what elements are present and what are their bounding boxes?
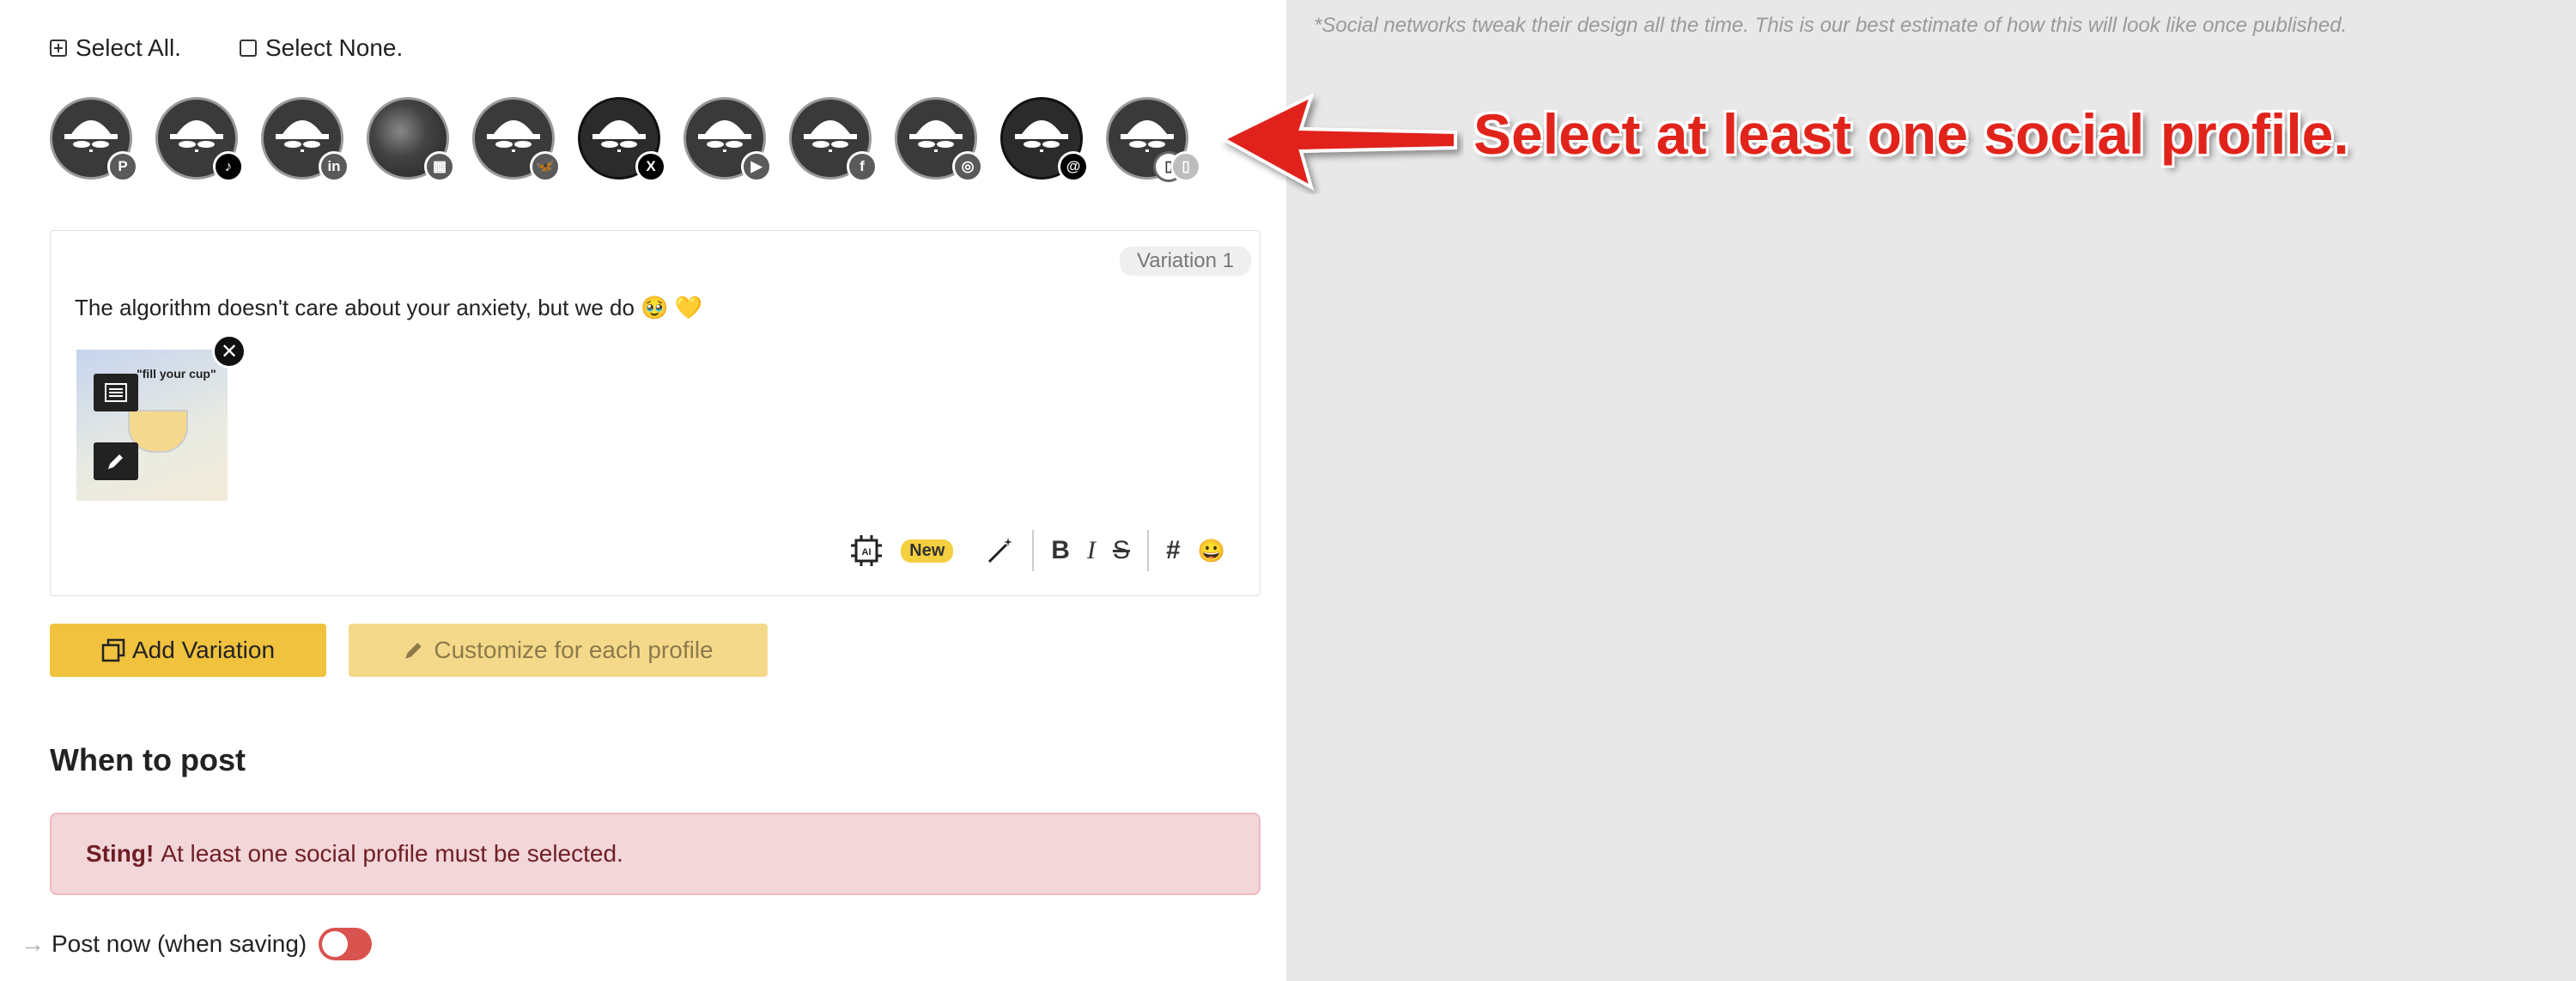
italic-button[interactable]: I (1087, 536, 1096, 565)
preview-note: *Social networks tweak their design all … (1314, 14, 2348, 37)
edit-pencil-icon[interactable] (94, 442, 138, 480)
callout-text: Select at least one social profile. (1473, 102, 2349, 166)
pencil-icon (405, 643, 422, 659)
profile-avatar-bluesky[interactable]: 🦋 (472, 97, 561, 182)
profile-avatar-instagram[interactable]: ◎ (895, 97, 983, 182)
select-all-label: Select All. (76, 34, 181, 61)
facebook-icon: f (847, 151, 878, 182)
hashtag-button[interactable]: # (1166, 536, 1181, 565)
bold-button[interactable]: B (1051, 536, 1070, 565)
post-editor: Variation 1 The algorithm doesn't care a… (50, 230, 1261, 596)
strikethrough-button[interactable]: S (1113, 536, 1130, 565)
profile-avatar-mobile[interactable]: ▯ ▯ (1106, 97, 1201, 182)
post-text[interactable]: The algorithm doesn't care about your an… (75, 295, 702, 321)
profile-avatar-google-business[interactable]: ▦ (367, 97, 455, 182)
youtube-icon: ▶ (741, 151, 772, 182)
selection-controls: Select All. Select None. (50, 34, 403, 62)
plus-square-icon (50, 40, 67, 57)
avatar-logo-icon (1015, 120, 1068, 152)
linkedin-icon: in (319, 151, 349, 182)
avatar-logo-icon (804, 120, 857, 152)
alert-strong: Sting! (86, 840, 155, 867)
pinterest-icon: P (107, 151, 138, 182)
threads-icon: @ (1058, 151, 1089, 182)
empty-square-icon (239, 40, 257, 57)
ai-chip-icon[interactable]: AI (849, 533, 884, 568)
image-caption: "fill your cup" (137, 367, 216, 381)
profile-avatar-linkedin[interactable]: in (261, 97, 349, 182)
compose-panel: Select All. Select None. P ♪ in ▦ 🦋 X ▶ f ◎ @ ▯ ▯ V… (0, 0, 1286, 981)
avatar-logo-icon (170, 120, 223, 152)
svg-text:AI: AI (862, 547, 872, 558)
profile-avatar-x[interactable]: X (578, 97, 666, 182)
remove-image-close-icon[interactable]: ✕ (212, 334, 246, 369)
add-variation-button[interactable]: Add Variation (50, 624, 326, 677)
editor-toolbar: AI New B I S # 😀 (849, 530, 1225, 571)
select-none-button[interactable]: Select None. (239, 34, 404, 62)
post-now-row: → Post now (when saving) (21, 928, 373, 960)
new-badge: New (901, 539, 954, 563)
when-to-post-title: When to post (50, 742, 246, 777)
tiktok-icon: ♪ (213, 151, 244, 182)
x-icon: X (635, 151, 666, 182)
profile-avatars: P ♪ in ▦ 🦋 X ▶ f ◎ @ ▯ ▯ (50, 97, 1201, 182)
avatar-logo-icon (698, 120, 751, 152)
add-variation-label: Add Variation (131, 637, 276, 663)
select-all-button[interactable]: Select All. (50, 34, 181, 62)
copy-icon (101, 638, 125, 662)
error-alert: Sting! At least one social profile must … (50, 813, 1261, 895)
post-now-label: Post now (when saving) (52, 930, 307, 957)
profile-avatar-pinterest[interactable]: P (50, 97, 138, 182)
toolbar-divider (1146, 530, 1149, 571)
attached-image[interactable]: "fill your cup" (76, 350, 228, 501)
avatar-logo-icon (909, 120, 963, 152)
avatar-logo-icon (64, 120, 118, 152)
profile-avatar-tiktok[interactable]: ♪ (155, 97, 244, 182)
instagram-icon: ◎ (952, 151, 983, 182)
alert-text: At least one social profile must be sele… (161, 840, 623, 867)
toolbar-divider (1032, 530, 1035, 571)
variation-tag[interactable]: Variation 1 (1120, 247, 1251, 276)
avatar-logo-icon (487, 120, 540, 152)
profile-avatar-youtube[interactable]: ▶ (683, 97, 772, 182)
post-now-toggle[interactable] (319, 928, 373, 960)
avatar-logo-icon (276, 120, 329, 152)
select-none-label: Select None. (264, 34, 404, 61)
magic-wand-icon[interactable] (986, 536, 1015, 565)
bluesky-icon: 🦋 (530, 151, 561, 182)
customize-button[interactable]: Customize for each profile (349, 624, 768, 677)
avatar-logo-icon (592, 120, 646, 152)
mobile-secondary-icon: ▯ (1170, 151, 1201, 182)
profile-avatar-facebook[interactable]: f (789, 97, 878, 182)
callout-arrow-icon (1219, 93, 1457, 192)
list-icon[interactable] (94, 374, 138, 411)
profile-avatar-threads[interactable]: @ (1000, 97, 1089, 182)
emoji-button[interactable]: 😀 (1198, 538, 1225, 564)
customize-label: Customize for each profile (434, 637, 714, 663)
arrow-right-icon: → (21, 930, 45, 957)
google-business-icon: ▦ (424, 151, 455, 182)
